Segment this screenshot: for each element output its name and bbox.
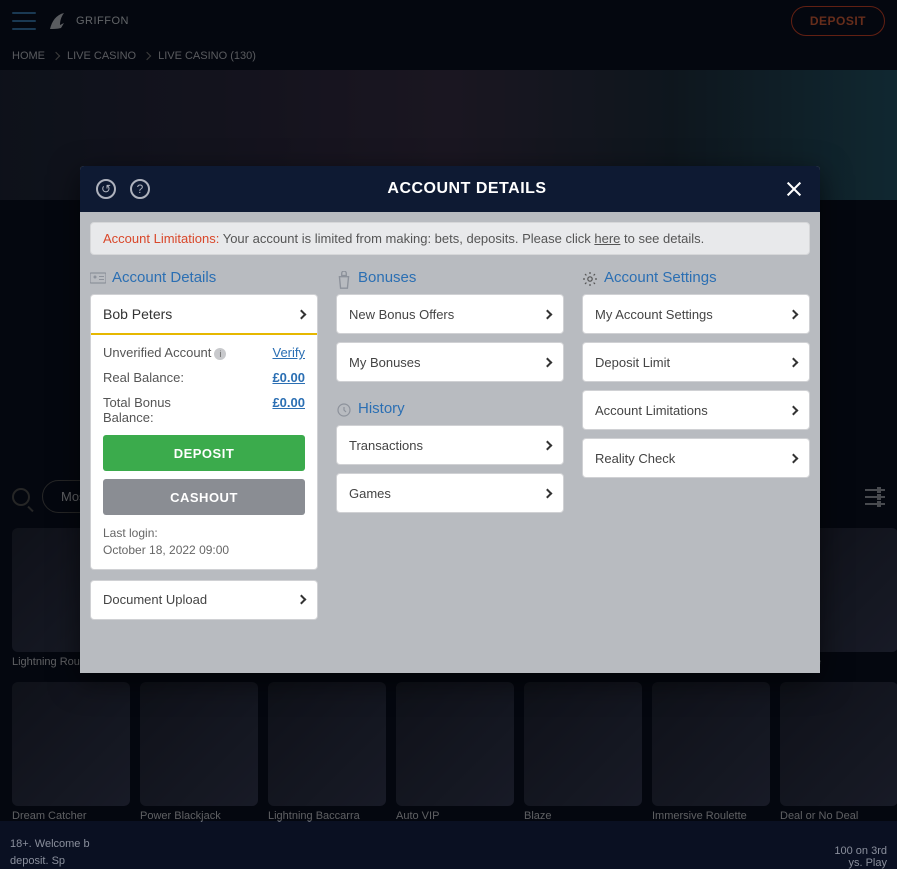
chevron-right-icon — [543, 488, 553, 498]
chevron-right-icon — [543, 309, 553, 319]
last-login-value: October 18, 2022 09:00 — [103, 542, 305, 559]
limitation-alert: Account Limitations: Your account is lim… — [90, 222, 810, 255]
history-icon[interactable]: ↺ — [96, 179, 116, 199]
alert-title: Account Limitations: — [103, 231, 219, 246]
gear-icon — [582, 271, 598, 285]
hero-disclaimer-right: 100 on 3rd ys. Play — [834, 845, 887, 869]
alert-tail: to see details. — [620, 231, 704, 246]
bonus-my-bonuses[interactable]: My Bonuses — [336, 342, 564, 382]
bonus-icon — [336, 271, 352, 285]
settings-reality-check[interactable]: Reality Check — [582, 438, 810, 478]
hero-disclaimer-left: 18+. Welcome b deposit. Sp — [10, 836, 897, 869]
last-login-label: Last login: — [103, 525, 305, 542]
chevron-right-icon — [789, 453, 799, 463]
cashout-button[interactable]: CASHOUT — [103, 479, 305, 515]
verify-link[interactable]: Verify — [272, 345, 305, 360]
settings-my-account-settings[interactable]: My Account Settings — [582, 294, 810, 334]
close-icon[interactable] — [784, 179, 804, 199]
real-balance-label: Real Balance: — [103, 370, 184, 385]
settings-account-limitations[interactable]: Account Limitations — [582, 390, 810, 430]
alert-here-link[interactable]: here — [594, 231, 620, 246]
info-icon[interactable]: i — [214, 348, 226, 360]
settings-deposit-limit[interactable]: Deposit Limit — [582, 342, 810, 382]
account-details-modal: ↺ ? ACCOUNT DETAILS Account Limitations:… — [80, 166, 820, 673]
section-bonuses: Bonuses — [336, 269, 564, 286]
account-name: Bob Peters — [103, 306, 172, 322]
chevron-right-icon — [297, 309, 307, 319]
chevron-right-icon — [789, 405, 799, 415]
history-games[interactable]: Games — [336, 473, 564, 513]
chevron-right-icon — [789, 357, 799, 367]
real-balance-value[interactable]: £0.00 — [272, 370, 305, 385]
chevron-right-icon — [789, 309, 799, 319]
total-bonus-value[interactable]: £0.00 — [272, 395, 305, 425]
section-account-settings: Account Settings — [582, 269, 810, 286]
deposit-button[interactable]: DEPOSIT — [103, 435, 305, 471]
modal-title: ACCOUNT DETAILS — [150, 180, 784, 198]
total-bonus-label: Total Bonus Balance: — [103, 395, 213, 425]
history-clock-icon — [336, 402, 352, 416]
section-account-details: Account Details — [90, 269, 318, 286]
section-history: History — [336, 400, 564, 417]
unverified-label: Unverified Account — [103, 345, 211, 360]
help-icon[interactable]: ? — [130, 179, 150, 199]
history-transactions[interactable]: Transactions — [336, 425, 564, 465]
chevron-right-icon — [543, 357, 553, 367]
bonus-new-bonus-offers[interactable]: New Bonus Offers — [336, 294, 564, 334]
alert-body: Your account is limited from making: bet… — [219, 231, 594, 246]
document-upload-row[interactable]: Document Upload — [90, 580, 318, 620]
chevron-right-icon — [297, 595, 307, 605]
chevron-right-icon — [543, 440, 553, 450]
id-card-icon — [90, 271, 106, 285]
account-name-row[interactable]: Bob Peters — [91, 295, 317, 335]
